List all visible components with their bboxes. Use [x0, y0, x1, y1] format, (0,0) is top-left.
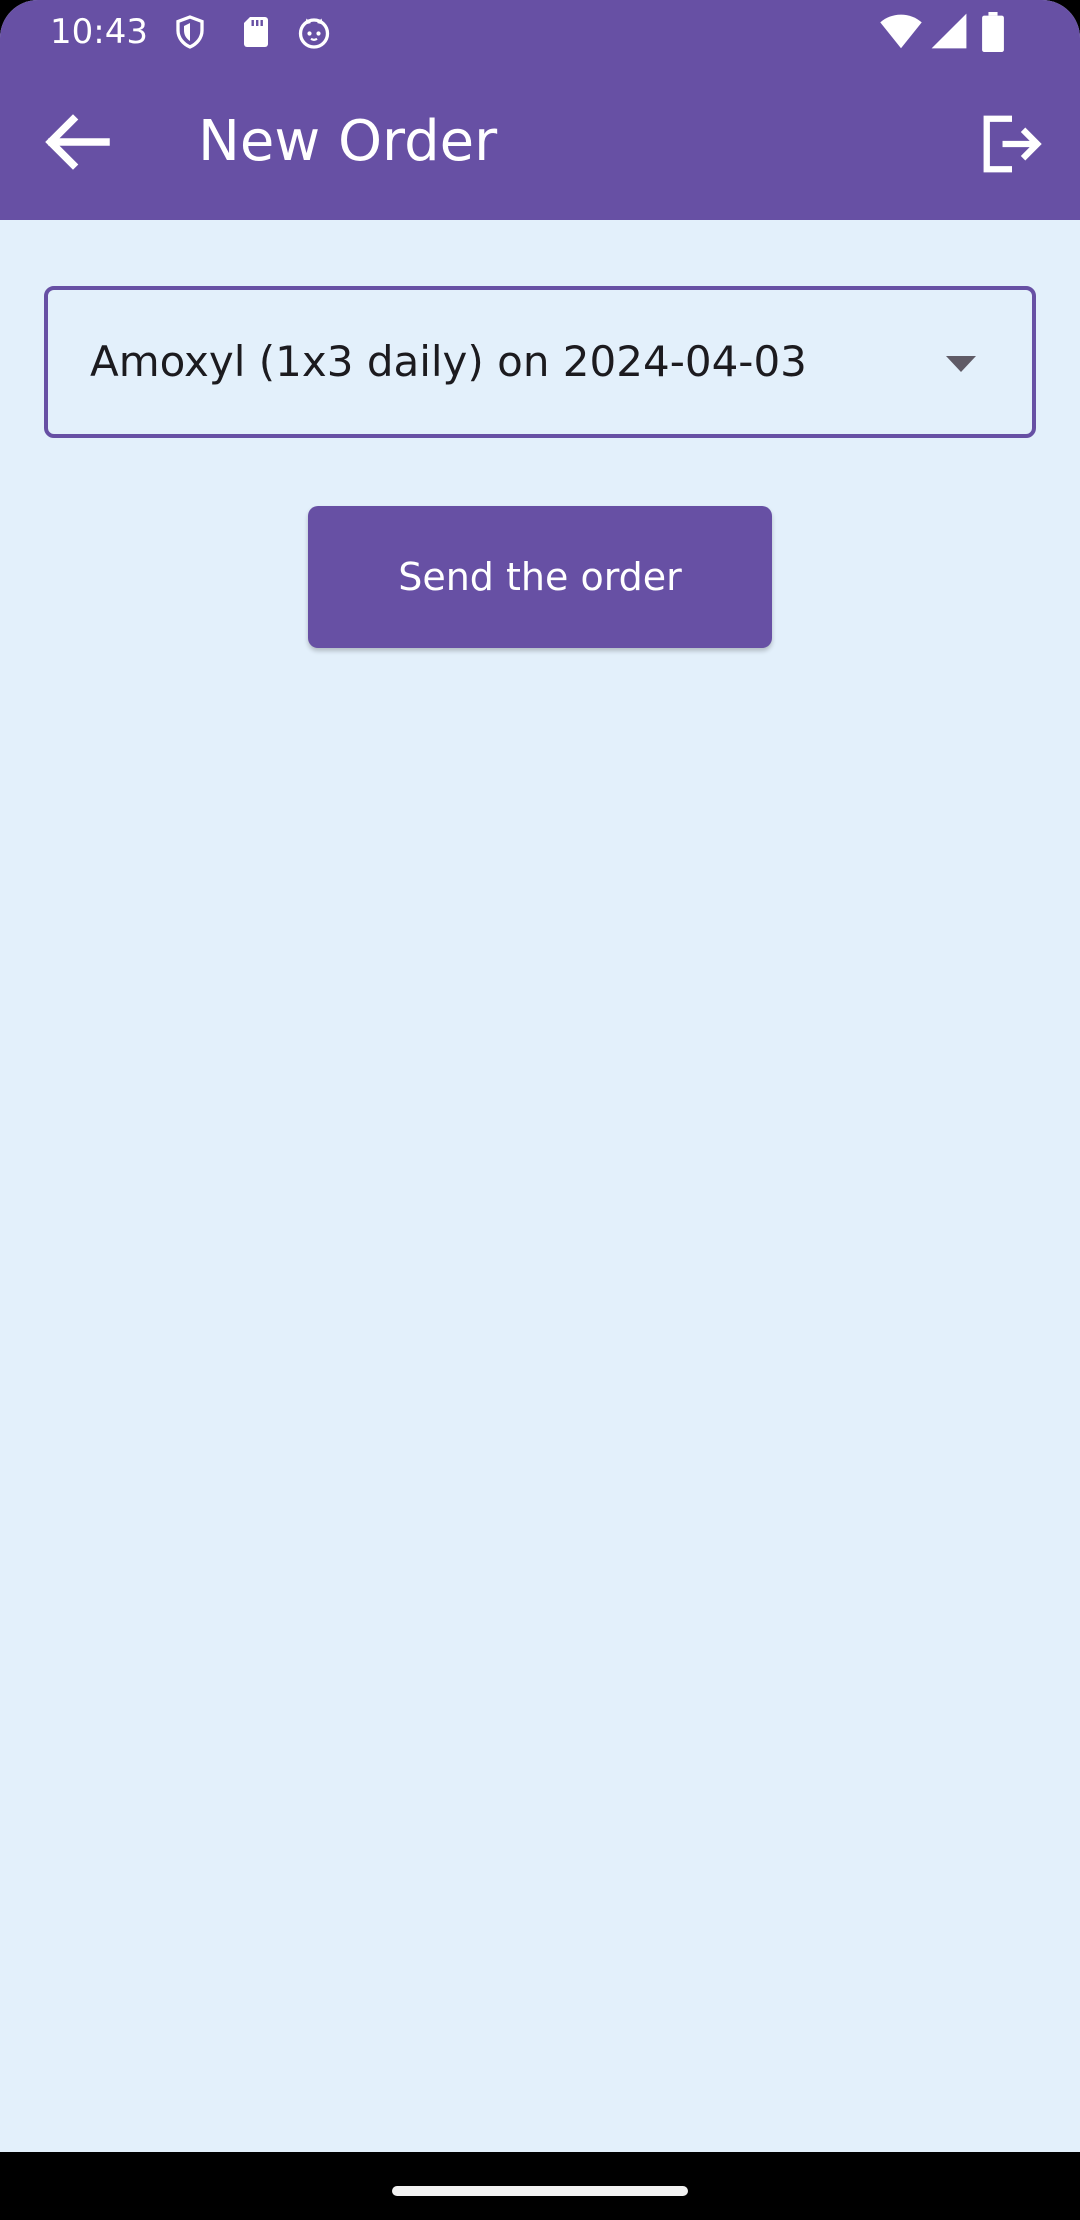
- send-order-button[interactable]: Send the order: [308, 506, 772, 648]
- shield-icon: [172, 14, 208, 50]
- sd-card-icon: [238, 14, 274, 50]
- order-dropdown[interactable]: Amoxyl (1x3 daily) on 2024-04-03: [44, 286, 1036, 438]
- page-title: New Order: [198, 109, 498, 174]
- navigation-bar: [0, 2152, 1080, 2220]
- cellular-signal-icon: [930, 12, 968, 50]
- wifi-icon: [880, 12, 922, 50]
- battery-icon: [982, 12, 1004, 52]
- screen: 10:43 New Order Amoxyl (1x3 daily) on 20…: [0, 0, 1080, 2220]
- back-button[interactable]: [40, 112, 112, 172]
- arrow-back-icon: [40, 112, 112, 172]
- home-gesture-handle[interactable]: [392, 2186, 688, 2196]
- status-time: 10:43: [50, 12, 148, 52]
- arrow-drop-down-icon: [944, 354, 978, 374]
- app-bar: New Order: [0, 64, 1080, 220]
- cat-face-icon: [296, 14, 332, 50]
- status-bar: 10:43: [0, 0, 1080, 64]
- logout-icon: [980, 114, 1044, 174]
- logout-button[interactable]: [980, 114, 1044, 174]
- selected-order-value: Amoxyl (1x3 daily) on 2024-04-03: [90, 337, 807, 386]
